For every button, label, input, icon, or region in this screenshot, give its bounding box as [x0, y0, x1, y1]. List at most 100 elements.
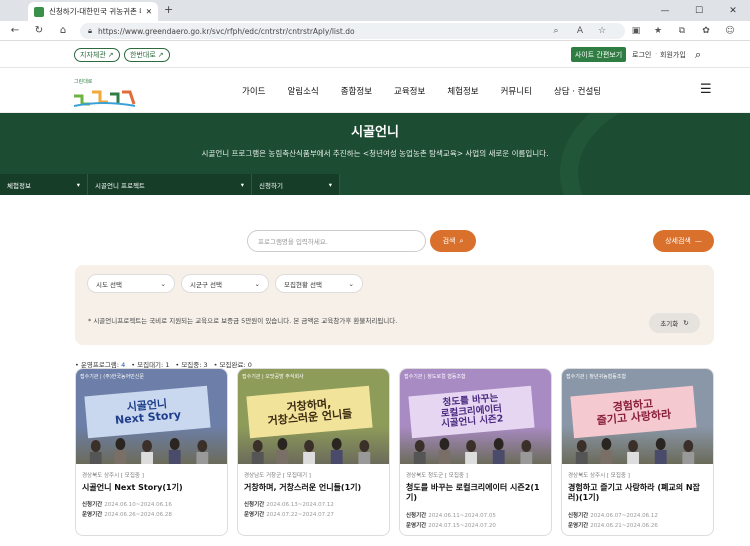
card-apply-period: 신청기간 2024.06.13~2024.07.12 — [244, 500, 383, 508]
nav-guide[interactable]: 가이드 — [242, 85, 265, 97]
favorite-icon[interactable]: ☆ — [596, 25, 608, 37]
card-run-period: 운영기간 2024.06.21~2024.06.26 — [568, 521, 707, 529]
status-select[interactable]: 모집현황 선택 ⌄ — [275, 274, 363, 293]
favorites-bar-icon[interactable]: ★ — [652, 25, 664, 37]
nav-education[interactable]: 교육정보 — [394, 85, 425, 97]
address-bar-row: ← ↻ ⌂ 🔒︎ https://www.greendaero.go.kr/sv… — [0, 21, 750, 41]
program-search-input[interactable]: 프로그램명을 입력하세요. — [247, 230, 426, 252]
nav-consulting[interactable]: 상담 · 컨설팅 — [554, 85, 601, 97]
site-logo[interactable]: 그린대로 — [72, 78, 137, 107]
page-description: 시골언니 프로그램은 농림축산식품부에서 추진하는 <청년여성 농업농촌 탐색교… — [201, 149, 549, 158]
card-apply-period: 신청기간 2024.06.11~2024.07.05 — [406, 511, 545, 519]
hamburger-menu-icon[interactable]: ☰ — [700, 82, 712, 97]
breadcrumb-label: 체험정보 — [7, 181, 31, 190]
card-title[interactable]: 경험하고 즐기고 사랑하라 (폐교의 N잡러)(1기) — [568, 483, 707, 504]
extensions-icon[interactable]: ✿ — [700, 25, 712, 37]
new-tab-icon[interactable]: + — [164, 3, 173, 16]
breadcrumb-label: 시골언니 프로젝트 — [95, 181, 145, 190]
program-card[interactable]: 접수기관 | 오맛공방 주식회사 거창하며, 거창스러운 언니들 경상남도 거창… — [237, 368, 390, 536]
people-photo-icon — [575, 438, 695, 464]
divider: · — [655, 50, 658, 58]
card-title[interactable]: 시골언니 Next Story(1기) — [82, 483, 221, 493]
hero-banner: 시골언니 시골언니 프로그램은 농림축산식품부에서 추진하는 <청년여성 농업농… — [0, 113, 750, 195]
apply-dates: 2024.06.13~2024.07.12 — [266, 502, 334, 509]
chevron-down-icon: ▾ — [240, 180, 244, 189]
hanbeon-link[interactable]: 한번대로 ↗ — [124, 48, 170, 62]
program-thumbnail: 접수기관 | 오맛공방 주식회사 거창하며, 거창스러운 언니들 — [238, 369, 389, 464]
thumbnail-org: 접수기관 | 청도로컬 협동조합 — [404, 374, 466, 380]
external-link-icon: ↗ — [107, 51, 114, 59]
page-title: 시골언니 — [351, 125, 399, 140]
close-window-icon[interactable]: ✕ — [716, 0, 750, 21]
close-tab-icon[interactable]: ✕ — [146, 7, 152, 16]
sitemap-button[interactable]: 사이트 간편보기 — [571, 47, 626, 62]
login-link[interactable]: 로그인 — [632, 50, 651, 60]
card-region: 경상남도 거창군 [ 모집대기 ] — [244, 473, 311, 479]
collections-icon[interactable]: ⧉ — [676, 25, 688, 37]
breadcrumb-label: 신청하기 — [259, 181, 283, 190]
people-photo-icon — [413, 438, 533, 464]
breadcrumb-item-experience[interactable]: 체험정보 ▾ — [0, 174, 88, 195]
maximize-icon[interactable]: ☐ — [682, 0, 716, 21]
detail-search-label: 상세검색 — [665, 237, 691, 245]
sigungu-select-value: 시군구 선택 — [190, 280, 222, 289]
filter-panel: 시도 선택 ⌄ 시군구 선택 ⌄ 모집현황 선택 ⌄ * 시골언니프로젝트는 국비로 … — [75, 265, 714, 345]
apply-label: 신청기간 — [406, 512, 427, 519]
program-card[interactable]: 접수기관 | 청도로컬 협동조합 청도를 바꾸는 로컬크리에이터 시골언니 시즌… — [399, 368, 552, 536]
breadcrumb-item-apply[interactable]: 신청하기 ▾ — [252, 174, 340, 195]
lock-icon: 🔒︎ — [88, 26, 92, 35]
apply-label: 신청기간 — [244, 502, 265, 509]
program-card[interactable]: 접수기관 | 청년귀농협동조합 경험하고 즐기고 사랑하라 경상북도 상주시 [… — [561, 368, 714, 536]
people-photo-icon — [89, 438, 209, 464]
zoom-icon[interactable]: ⌕ — [550, 25, 562, 37]
card-title[interactable]: 청도를 바꾸는 로컬크리에이터 시즌2(1기) — [406, 483, 545, 504]
breadcrumb-item-project[interactable]: 시골언니 프로젝트 ▾ — [88, 174, 252, 195]
external-link-icon: ↗ — [157, 51, 164, 59]
window-controls: — ☐ ✕ — [648, 0, 750, 21]
nav-news[interactable]: 알림소식 — [287, 85, 318, 97]
search-icon: ⌕ — [459, 236, 464, 245]
card-region: 경상북도 청도군 [ 모집중 ] — [406, 473, 468, 479]
favicon-icon — [34, 6, 44, 17]
sido-select[interactable]: 시도 선택 ⌄ — [87, 274, 175, 293]
reset-label: 초기화 — [660, 320, 679, 328]
refresh-icon: ↻ — [683, 319, 689, 327]
profile-icon[interactable]: ☺ — [724, 25, 736, 37]
card-run-period: 운영기간 2024.07.15~2024.07.20 — [406, 521, 545, 529]
search-icon[interactable]: ⌕ — [695, 48, 701, 62]
search-button[interactable]: 검색 ⌕ — [430, 230, 476, 252]
nav-info[interactable]: 종합정보 — [341, 85, 372, 97]
join-link[interactable]: 회원가입 — [660, 50, 686, 60]
card-title[interactable]: 거창하며, 거창스러운 언니들(1기) — [244, 483, 383, 493]
logo-mark-icon — [73, 90, 136, 107]
apply-dates: 2024.06.10~2024.06.16 — [104, 502, 172, 509]
chevron-down-icon: ⌄ — [160, 279, 166, 288]
card-run-period: 운영기간 2024.07.22~2024.07.27 — [244, 510, 383, 518]
home-icon[interactable]: ⌂ — [56, 25, 70, 37]
minimize-icon[interactable]: — — [648, 0, 682, 21]
program-card[interactable]: 접수기관 | (주)한국농어민신문 시골언니 Next Story 경상북도 상… — [75, 368, 228, 536]
apply-dates: 2024.06.07~2024.06.12 — [590, 512, 658, 519]
nav-community[interactable]: 커뮤니티 — [501, 85, 532, 97]
split-screen-icon[interactable]: ▣ — [630, 25, 642, 37]
local-gov-link[interactable]: 지자체관 ↗ — [74, 48, 120, 62]
run-label: 운영기간 — [244, 512, 265, 519]
thumbnail-org: 접수기관 | 청년귀농협동조합 — [566, 374, 627, 380]
program-thumbnail: 접수기관 | 청도로컬 협동조합 청도를 바꾸는 로컬크리에이터 시골언니 시즌… — [400, 369, 551, 464]
local-gov-label: 지자체관 — [80, 51, 106, 59]
run-dates: 2024.06.26~2024.06.28 — [104, 512, 172, 519]
apply-dates: 2024.06.11~2024.07.05 — [428, 512, 496, 519]
back-icon[interactable]: ← — [8, 25, 22, 37]
thumbnail-org: 접수기관 | 오맛공방 주식회사 — [242, 374, 304, 380]
status-select-value: 모집현황 선택 — [284, 280, 322, 289]
detail-search-button[interactable]: 상세검색 — — [653, 230, 714, 252]
reset-button[interactable]: 초기화 ↻ — [649, 313, 700, 333]
card-body: 경상북도 상주시 [ 모집중 ] 경험하고 즐기고 사랑하라 (폐교의 N잡러)… — [562, 464, 713, 535]
sigungu-select[interactable]: 시군구 선택 ⌄ — [181, 274, 269, 293]
card-body: 경상북도 청도군 [ 모집중 ] 청도를 바꾸는 로컬크리에이터 시즌2(1기)… — [400, 464, 551, 535]
reload-icon[interactable]: ↻ — [32, 25, 46, 37]
read-aloud-icon[interactable]: A — [574, 25, 586, 37]
nav-experience[interactable]: 체험정보 — [447, 85, 478, 97]
browser-tab[interactable]: 신청하기-대한민국 귀농귀촌 대표 ✕ — [28, 2, 158, 21]
url-field[interactable]: 🔒︎ https://www.greendaero.go.kr/svc/rfph… — [80, 23, 625, 39]
